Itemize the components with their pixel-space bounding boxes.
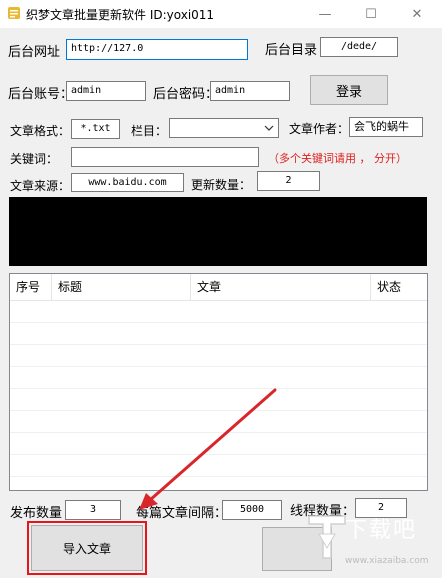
watermark-logo-icon xyxy=(308,515,346,559)
arrow-shaft xyxy=(148,388,277,502)
annotation-arrow xyxy=(139,388,277,510)
watermark-url: www.xiazaiba.com xyxy=(345,556,429,566)
watermark-text: 下载吧 xyxy=(345,518,418,543)
